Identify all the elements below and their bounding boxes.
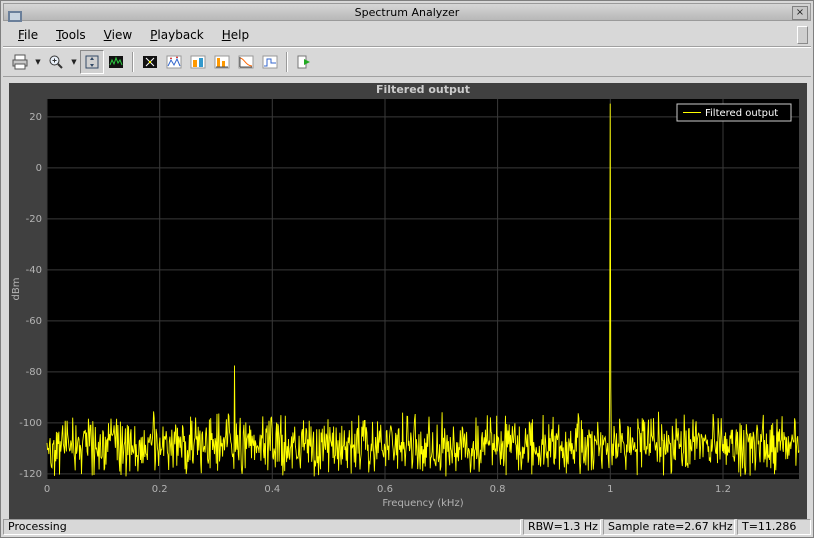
spectral-mask-button[interactable] xyxy=(258,50,282,74)
ccdf-measurements-button[interactable] xyxy=(234,50,258,74)
toolbar-separator xyxy=(286,52,288,72)
y-tick-label: -60 xyxy=(26,316,42,327)
y-tick-label: -100 xyxy=(19,418,42,429)
export-button[interactable] xyxy=(8,50,32,74)
status-time: T=11.286 xyxy=(737,519,811,535)
menu-grip[interactable] xyxy=(797,25,808,44)
x-tick-label: 0.4 xyxy=(264,484,280,495)
menu-file[interactable]: File xyxy=(9,25,47,45)
zoom-in-button[interactable] xyxy=(44,50,68,74)
menu-tools[interactable]: Tools xyxy=(47,25,95,45)
export-dropdown[interactable]: ▼ xyxy=(32,50,44,74)
fit-view-button[interactable] xyxy=(80,50,104,74)
window-title: Spectrum Analyzer xyxy=(354,6,460,19)
x-tick-label: 0.6 xyxy=(377,484,393,495)
window-close-button[interactable]: × xyxy=(792,6,808,20)
x-tick-label: 0.8 xyxy=(490,484,506,495)
x-axis-label: Frequency (kHz) xyxy=(382,498,463,509)
status-sample-rate: Sample rate=2.67 kHz xyxy=(603,519,735,535)
x-tick-label: 1 xyxy=(607,484,613,495)
ccdf-measurements-icon xyxy=(238,55,254,69)
zoom-in-icon xyxy=(49,55,63,69)
menu-playback[interactable]: Playback xyxy=(141,25,213,45)
step-forward-icon xyxy=(297,55,310,69)
y-axis-label: dBm xyxy=(11,278,22,301)
spectrum-settings-icon xyxy=(109,56,123,68)
y-tick-label: -120 xyxy=(19,469,42,480)
plot-panel: 0 0.2 0.4 0.6 0.8 1 1.2 20 0 -20 -40 -60 -80 -100 -120… xyxy=(9,83,807,519)
y-tick-label: -40 xyxy=(26,265,42,276)
channel-measurements-icon xyxy=(190,55,206,69)
distortion-measurements-icon xyxy=(214,55,230,69)
zoom-dropdown[interactable]: ▼ xyxy=(68,50,80,74)
y-tick-label: 0 xyxy=(36,163,42,174)
window-titlebar[interactable]: Spectrum Analyzer × xyxy=(3,3,811,22)
x-tick-label: 1.2 xyxy=(715,484,731,495)
menu-bar: File Tools View Playback Help xyxy=(3,23,811,47)
status-message: Processing xyxy=(3,519,521,535)
status-bar: Processing RBW=1.3 Hz Sample rate=2.67 k… xyxy=(3,519,811,535)
cursor-measurements-icon xyxy=(143,56,157,68)
status-rbw: RBW=1.3 Hz xyxy=(523,519,601,535)
export-icon xyxy=(12,54,28,70)
y-tick-label: -80 xyxy=(26,367,42,378)
peak-finder-icon xyxy=(166,55,182,69)
distortion-measurements-button[interactable] xyxy=(210,50,234,74)
spectral-mask-icon xyxy=(262,55,278,69)
toolbar-separator xyxy=(132,52,134,72)
tool-bar: ▼ ▼ xyxy=(3,47,811,77)
peak-finder-button[interactable] xyxy=(162,50,186,74)
spectrum-settings-button[interactable] xyxy=(104,50,128,74)
plot-title: Filtered output xyxy=(376,83,470,96)
y-tick-label: -20 xyxy=(26,214,42,225)
legend-label: Filtered output xyxy=(705,108,778,119)
menu-help[interactable]: Help xyxy=(213,25,258,45)
step-forward-button[interactable] xyxy=(292,50,316,74)
y-tick-label: 20 xyxy=(29,112,42,123)
fit-view-icon xyxy=(85,55,99,69)
x-tick-label: 0.2 xyxy=(152,484,168,495)
cursor-measurements-button[interactable] xyxy=(138,50,162,74)
menu-view[interactable]: View xyxy=(95,25,141,45)
spectrum-plot[interactable]: 0 0.2 0.4 0.6 0.8 1 1.2 20 0 -20 -40 -60 -80 -100 -120… xyxy=(9,83,807,519)
x-tick-label: 0 xyxy=(44,484,50,495)
spectrum-analyzer-window: Spectrum Analyzer × File Tools View Play… xyxy=(0,0,814,538)
channel-measurements-button[interactable] xyxy=(186,50,210,74)
